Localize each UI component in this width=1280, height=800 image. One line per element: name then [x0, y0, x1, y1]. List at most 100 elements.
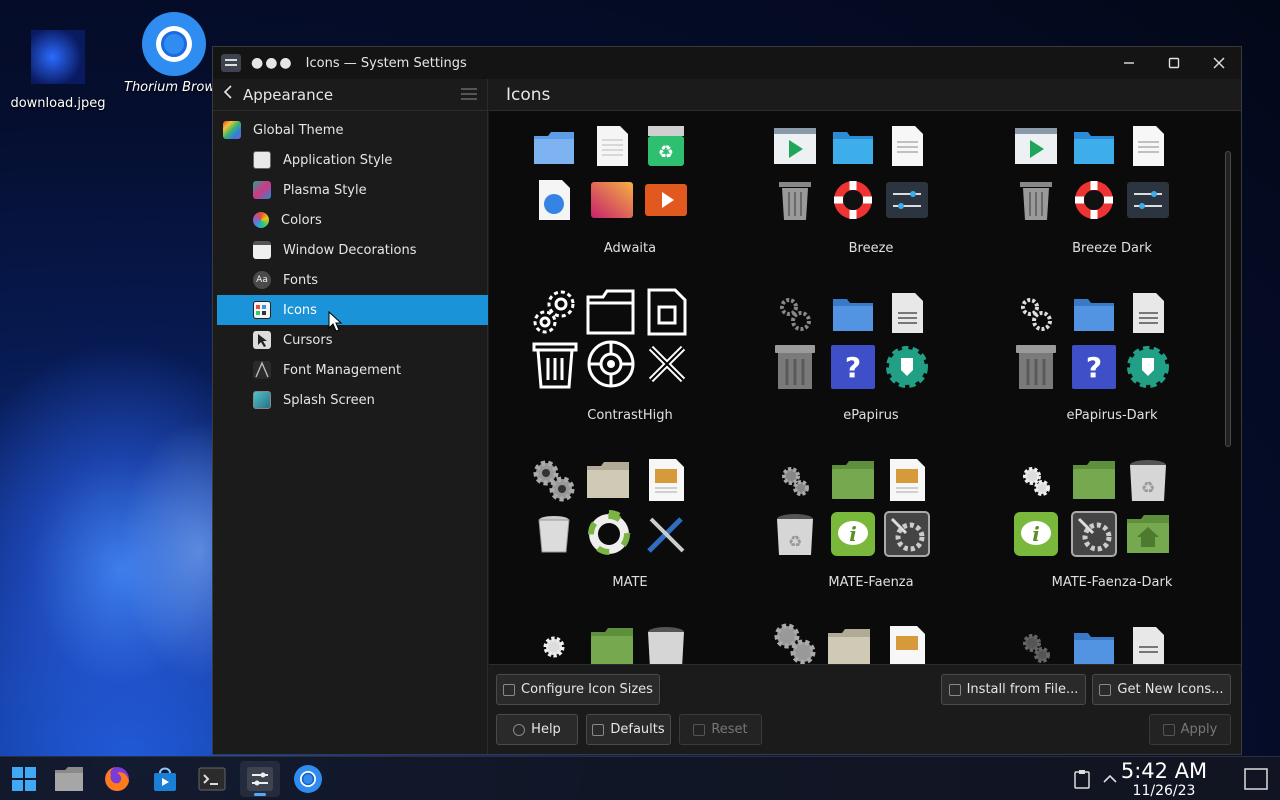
media-player-icon	[772, 123, 818, 169]
sidebar-item-icons[interactable]: Icons	[217, 295, 488, 325]
page-title: Icons	[489, 79, 1241, 111]
defaults-button[interactable]: Defaults	[586, 714, 671, 745]
clock[interactable]: 5:42 AM 11/26/23	[1114, 759, 1214, 799]
apply-icon	[1162, 723, 1175, 736]
vertical-scrollbar[interactable]	[1225, 151, 1231, 447]
web-document-icon	[531, 177, 577, 223]
svg-text:♻: ♻	[788, 532, 802, 551]
apply-button[interactable]: Apply	[1149, 714, 1231, 745]
sidebar-header: Appearance	[213, 79, 487, 111]
desktop-icon-download-jpeg[interactable]: download.jpeg	[10, 8, 106, 111]
reset-icon	[693, 723, 706, 736]
sidebar-item-font-management[interactable]: Font Management	[217, 355, 488, 385]
icon-theme-grid[interactable]: ♻ Adwaita Breeze Breeze Dark ContrastHig…	[489, 111, 1241, 664]
document-icon	[1125, 123, 1171, 169]
window-title: Icons — System Settings	[305, 55, 467, 71]
sidebar: Appearance Global Theme Application Styl…	[213, 79, 488, 754]
thorium-browser-icon	[294, 765, 322, 793]
theme-label: Adwaita	[603, 241, 657, 256]
svg-text:i: i	[849, 522, 857, 546]
sidebar-item-label: Plasma Style	[283, 182, 367, 198]
svg-text:i: i	[1032, 522, 1040, 546]
taskbar-firefox[interactable]	[97, 761, 137, 797]
clipboard-icon	[1074, 770, 1090, 789]
theme-tile-partial-2[interactable]	[730, 620, 930, 664]
sidebar-item-window-decorations[interactable]: Window Decorations	[217, 235, 488, 265]
taskbar-terminal[interactable]	[192, 761, 232, 797]
media-player-icon	[1013, 123, 1059, 169]
folder-icon	[830, 290, 876, 336]
window-menu-dots[interactable]: ●●●	[251, 55, 294, 71]
system-settings-app-icon[interactable]	[221, 54, 241, 72]
download-icon	[1099, 683, 1112, 696]
gears-icon	[531, 624, 577, 664]
gears-icon	[1013, 624, 1059, 664]
minimize-button[interactable]	[1107, 47, 1151, 79]
trash-icon	[1013, 344, 1059, 390]
configure-icon-sizes-button[interactable]: Configure Icon Sizes	[496, 674, 660, 705]
theme-tile-contrasthigh[interactable]: ContrastHigh	[489, 286, 689, 446]
sidebar-item-colors[interactable]: Colors	[217, 205, 488, 235]
desktop-icon-thorium-browser[interactable]: Thorium Browser	[124, 6, 216, 95]
taskbar-thorium-browser[interactable]	[288, 761, 328, 797]
gears-icon	[1013, 457, 1059, 503]
theme-tile-breeze[interactable]: Breeze	[730, 119, 930, 279]
theme-tile-partial-3[interactable]	[971, 620, 1171, 664]
install-from-file-button[interactable]: Install from File...	[941, 674, 1086, 705]
sidebar-item-plasma-style[interactable]: Plasma Style	[217, 175, 488, 205]
application-style-icon	[253, 151, 271, 169]
theme-tile-adwaita[interactable]: ♻ Adwaita	[489, 119, 689, 279]
get-new-icons-button[interactable]: Get New Icons...	[1092, 674, 1231, 705]
help-icon: ?	[1071, 344, 1117, 390]
window-decorations-icon	[253, 241, 271, 259]
gears-icon	[529, 286, 581, 338]
theme-label: ePapirus-Dark	[1066, 408, 1158, 423]
sidebar-item-label: Global Theme	[253, 122, 344, 138]
start-menu-button[interactable]	[4, 761, 44, 797]
theme-tile-mate-faenza-dark[interactable]: ♻ i MATE-Faenza-Dark	[971, 453, 1172, 613]
sidebar-item-global-theme[interactable]: Global Theme	[217, 115, 488, 145]
theme-tile-partial-1[interactable]	[489, 620, 689, 664]
window-titlebar[interactable]: ●●● Icons — System Settings	[213, 47, 1241, 79]
theme-tile-epapirus-dark[interactable]: ? ePapirus-Dark	[971, 286, 1171, 446]
sidebar-item-application-style[interactable]: Application Style	[217, 145, 488, 175]
sidebar-item-fonts[interactable]: Aa Fonts	[217, 265, 488, 295]
theme-tile-epapirus[interactable]: ? ePapirus	[730, 286, 930, 446]
trash-icon	[529, 338, 581, 390]
theme-label: MATE	[612, 575, 648, 590]
sidebar-title: Appearance	[243, 85, 334, 104]
minimize-icon	[1124, 62, 1134, 64]
theme-label: ePapirus	[843, 408, 899, 423]
chevron-left-icon	[223, 85, 232, 99]
help-button[interactable]: Help	[496, 714, 578, 745]
document-icon	[641, 286, 693, 338]
folder-icon	[830, 123, 876, 169]
hamburger-menu-icon[interactable]	[461, 88, 477, 100]
trash-icon: ♻	[643, 123, 689, 169]
trash-icon	[772, 177, 818, 223]
show-desktop-button[interactable]	[1236, 761, 1276, 797]
sidebar-item-splash-screen[interactable]: Splash Screen	[217, 385, 488, 415]
help-icon: ?	[830, 344, 876, 390]
sidebar-item-cursors[interactable]: Cursors	[217, 325, 488, 355]
theme-tile-mate-faenza[interactable]: ♻ i MATE-Faenza	[730, 453, 930, 613]
maximize-icon	[1168, 57, 1180, 69]
trash-icon: ♻	[772, 511, 818, 557]
tools-icon	[643, 511, 689, 557]
maximize-button[interactable]	[1152, 47, 1196, 79]
desktop-icon-label: Thorium Browser	[124, 80, 216, 95]
close-button[interactable]	[1197, 47, 1241, 79]
image-file-icon	[31, 30, 85, 84]
colors-icon	[253, 212, 269, 228]
taskbar-system-settings[interactable]	[240, 761, 280, 797]
theme-tile-mate[interactable]: MATE	[489, 453, 689, 613]
tools-icon	[641, 338, 693, 390]
gears-icon	[529, 457, 579, 505]
settings-gear-icon	[1125, 344, 1171, 390]
back-button[interactable]	[213, 84, 243, 105]
reset-button[interactable]: Reset	[679, 714, 762, 745]
taskbar-file-manager[interactable]	[49, 761, 89, 797]
taskbar-software-store[interactable]	[145, 761, 185, 797]
theme-tile-breeze-dark[interactable]: Breeze Dark	[971, 119, 1171, 279]
system-settings-icon	[247, 767, 273, 791]
